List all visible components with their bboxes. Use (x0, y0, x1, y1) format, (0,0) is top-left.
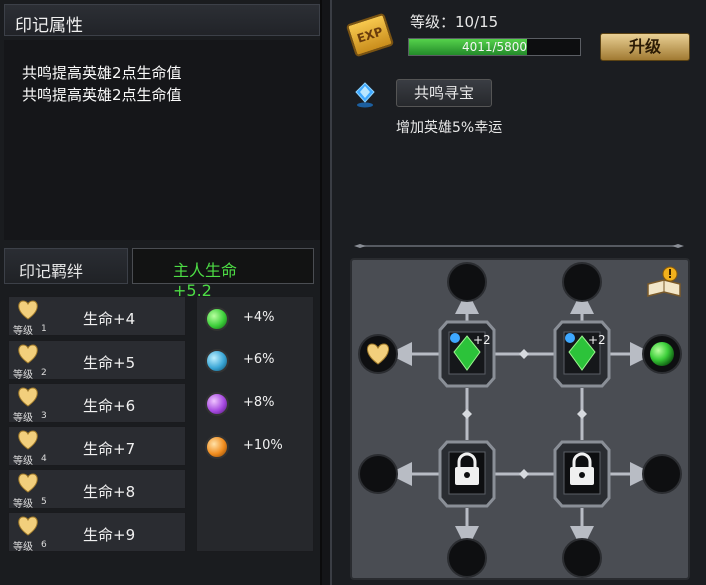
mark-right-panel: EXP 等级：10/15 4011/5800 升级 共鸣寻宝 增加英雄5%幸运 (330, 0, 706, 585)
level-number: 3 (41, 411, 47, 421)
heart-icon (18, 430, 38, 450)
gem-plus-label: +2 (473, 333, 491, 347)
green-gem-icon (205, 307, 229, 331)
bond-level-row: 等级 1 生命+4 (8, 296, 186, 337)
hp-bonus: 生命+6 (83, 397, 136, 415)
resonate-description: 增加英雄5%幸运 (396, 120, 503, 136)
level-number: 6 (41, 540, 47, 550)
hp-bonus: 生命+7 (83, 440, 136, 458)
exp-progress-bar: 4011/5800 (408, 38, 581, 56)
bond-level-row: 等级 2 生命+5 (8, 340, 186, 381)
level-label: 等级 (13, 499, 33, 510)
level-number: 5 (41, 497, 47, 507)
locked-node[interactable] (553, 440, 611, 508)
empty-slot[interactable] (447, 538, 487, 578)
green-gem-icon (650, 342, 674, 366)
book-alert-icon[interactable] (647, 266, 681, 297)
resonate-gem-icon (355, 82, 375, 108)
attr-line-2: 共鸣提高英雄2点生命值 (22, 86, 182, 104)
attr-description-area: 共鸣提高英雄2点生命值 共鸣提高英雄2点生命值 (4, 40, 320, 240)
active-gem-node[interactable] (553, 320, 611, 388)
level-label: 等级 (13, 326, 33, 337)
purple-gem-icon (205, 392, 229, 416)
upgrade-button[interactable]: 升级 (600, 33, 690, 61)
attr-title: 印记属性 (4, 4, 320, 36)
heart-icon (18, 387, 38, 407)
bond-value: 主人生命+5.2 (132, 248, 314, 300)
hp-bonus: 生命+5 (83, 354, 136, 372)
level-label: 等级 (13, 456, 33, 467)
level-label: 等级 (13, 370, 33, 381)
gem-row: +10% (205, 435, 305, 459)
resonance-board: +2 +2 (350, 258, 690, 580)
bond-level-row: 等级 5 生命+8 (8, 469, 186, 510)
gem-row: +6% (205, 349, 305, 373)
hp-bonus: 生命+8 (83, 483, 136, 501)
gem-bonus-column: +4% +6% +8% +10% (196, 296, 314, 552)
gem-plus-label: +2 (588, 333, 606, 347)
bond-level-row: 等级 3 生命+6 (8, 383, 186, 424)
empty-slot[interactable] (358, 454, 398, 494)
locked-node[interactable] (438, 440, 496, 508)
attr-line-1: 共鸣提高英雄2点生命值 (22, 64, 182, 82)
gem-bonus-value: +4% (243, 310, 275, 325)
level-label: 等级 (13, 542, 33, 553)
heart-icon (18, 344, 38, 364)
hp-bonus: 生命+9 (83, 526, 136, 544)
heart-icon (18, 516, 38, 536)
gem-row: +8% (205, 392, 305, 416)
mark-left-panel: 印记属性 共鸣提高英雄2点生命值 共鸣提高英雄2点生命值 印记羁绊 主人生命+5… (0, 0, 322, 585)
level-number: 4 (41, 454, 47, 464)
ornament-divider (354, 244, 684, 248)
level-text: 等级：10/15 (410, 13, 499, 31)
heart-icon (18, 300, 38, 320)
blue-gem-icon (205, 349, 229, 373)
bond-title: 印记羁绊 (4, 248, 128, 284)
empty-slot[interactable] (447, 262, 487, 302)
gem-bonus-value: +8% (243, 395, 275, 410)
bond-level-row: 等级 6 生命+9 (8, 512, 186, 553)
heart-icon (18, 473, 38, 493)
level-label: 等级 (13, 413, 33, 424)
gem-row: +4% (205, 307, 305, 331)
empty-slot[interactable] (642, 454, 682, 494)
active-gem-node[interactable] (438, 320, 496, 388)
empty-slot[interactable] (562, 262, 602, 302)
orange-gem-icon (205, 435, 229, 459)
gem-bonus-value: +10% (243, 438, 283, 453)
exp-progress-text: 4011/5800 (461, 40, 528, 54)
exp-icon: EXP (345, 12, 395, 58)
resonate-treasure-button[interactable]: 共鸣寻宝 (396, 79, 492, 107)
empty-slot[interactable] (562, 538, 602, 578)
level-number: 1 (41, 324, 47, 334)
gem-bonus-value: +6% (243, 352, 275, 367)
hp-bonus: 生命+4 (83, 310, 136, 328)
bond-level-row: 等级 4 生命+7 (8, 426, 186, 467)
level-number: 2 (41, 368, 47, 378)
